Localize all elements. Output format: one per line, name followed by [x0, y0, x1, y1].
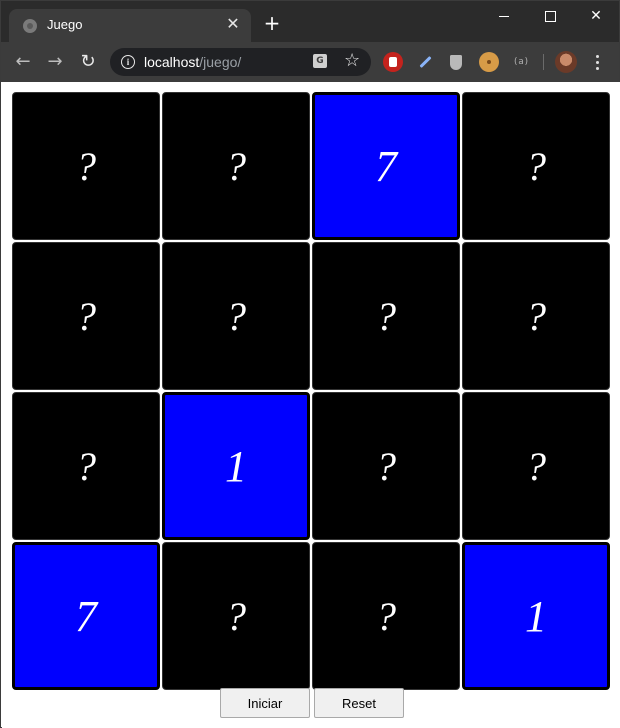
url-host: localhost [144, 54, 200, 70]
card[interactable]: ? [12, 242, 160, 390]
tab-title: Juego [47, 17, 83, 32]
card[interactable]: 7 [312, 92, 460, 240]
card[interactable]: ? [162, 542, 310, 690]
card[interactable]: ? [462, 92, 610, 240]
card-label: ? [376, 293, 396, 339]
ab-extension-icon[interactable]: (a) [511, 52, 531, 72]
card-label: ? [76, 143, 96, 189]
card[interactable]: 1 [162, 392, 310, 540]
card-label: 7 [75, 591, 97, 641]
bookmark-star-icon[interactable]: ☆ [344, 51, 360, 71]
forward-icon[interactable]: → [43, 50, 67, 74]
card-label: 7 [375, 141, 397, 191]
start-button[interactable]: Iniciar [220, 688, 310, 718]
toolbar-divider [543, 54, 544, 70]
shield-extension-icon[interactable] [446, 52, 466, 72]
url-path: /juego/ [199, 54, 242, 70]
reload-icon[interactable]: ↻ [76, 50, 100, 74]
minimize-button[interactable] [481, 1, 527, 33]
cookie-extension-icon[interactable] [479, 52, 499, 72]
menu-icon[interactable] [587, 52, 607, 72]
card[interactable]: ? [462, 242, 610, 390]
card-label: ? [526, 443, 546, 489]
card-label: ? [226, 143, 246, 189]
card-label: ? [226, 293, 246, 339]
reset-button[interactable]: Reset [314, 688, 404, 718]
tab-juego[interactable]: Juego ✕ [9, 9, 251, 42]
card-label: ? [526, 293, 546, 339]
card[interactable]: ? [162, 242, 310, 390]
close-window-button[interactable]: ✕ [573, 1, 619, 33]
card[interactable]: ? [312, 542, 460, 690]
maximize-button[interactable] [527, 1, 573, 33]
browser-toolbar: ← → ↻ i localhost/juego/ G ☆ (a) [1, 42, 619, 82]
ublock-extension-icon[interactable] [383, 52, 403, 72]
card-label: ? [76, 443, 96, 489]
profile-avatar[interactable] [555, 51, 577, 73]
card[interactable]: ? [162, 92, 310, 240]
card-label: 1 [225, 441, 247, 491]
page-content: ?? 7?????? 1?? 7?? 1 Iniciar Reset [2, 82, 620, 728]
card[interactable]: ? [12, 92, 160, 240]
card[interactable]: ? [12, 392, 160, 540]
card-label: ? [526, 143, 546, 189]
title-bar: Juego ✕ + ✕ [1, 1, 619, 42]
card-label: ? [226, 593, 246, 639]
card-grid: ?? 7?????? 1?? 7?? 1 [12, 92, 610, 690]
minimize-icon [499, 15, 509, 17]
maximize-icon [544, 10, 556, 22]
close-tab-icon[interactable]: ✕ [225, 16, 241, 32]
card-label: ? [76, 293, 96, 339]
url-text[interactable]: localhost/juego/ [144, 54, 241, 70]
info-icon[interactable]: i [121, 55, 135, 69]
card[interactable]: ? [462, 392, 610, 540]
card-label: 1 [525, 591, 547, 641]
card-label: ? [376, 443, 396, 489]
globe-icon [23, 19, 37, 33]
back-icon[interactable]: ← [11, 50, 35, 74]
card[interactable]: ? [312, 242, 460, 390]
card[interactable]: ? [312, 392, 460, 540]
translate-icon[interactable]: G [313, 54, 327, 68]
card[interactable]: 1 [462, 542, 610, 690]
browser-window: Juego ✕ + ✕ ← → ↻ i localhost/juego/ G ☆… [0, 0, 620, 728]
card[interactable]: 7 [12, 542, 160, 690]
new-tab-icon[interactable]: + [263, 13, 281, 33]
card-label: ? [376, 593, 396, 639]
address-bar[interactable]: i localhost/juego/ G ☆ [110, 48, 371, 76]
pen-extension-icon[interactable] [415, 52, 435, 72]
